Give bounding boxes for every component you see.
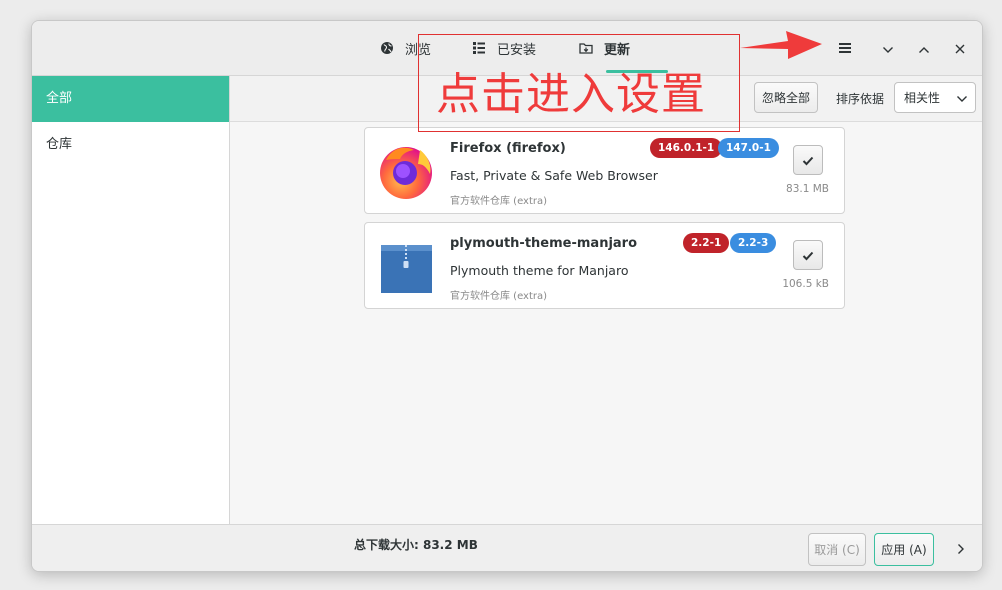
hamburger-menu-icon (838, 39, 852, 58)
minimize-button[interactable] (877, 37, 899, 59)
package-repository: 官方软件仓库 (extra) (450, 196, 548, 207)
package-name: plymouth-theme-manjaro (450, 236, 638, 251)
sort-select[interactable]: 相关性 (894, 82, 976, 113)
download-size: 106.5 kB (782, 278, 829, 290)
current-version-badge: 2.2-1 (683, 233, 730, 253)
package-repository: 官方软件仓库 (extra) (450, 291, 548, 302)
annotation-arrow-icon (738, 28, 824, 66)
sidebar-item-all[interactable]: 全部 (32, 76, 229, 122)
main-menu-button[interactable] (834, 37, 856, 59)
sort-select-value: 相关性 (904, 91, 941, 105)
minimize-icon (882, 39, 894, 58)
checkmark-icon (802, 246, 814, 265)
select-update-checkbox[interactable] (793, 145, 823, 175)
package-description: Fast, Private & Safe Web Browser (450, 168, 658, 183)
update-card-firefox[interactable]: Firefox (firefox) 146.0.1-1 147.0-1 Fast… (364, 127, 845, 214)
select-update-checkbox[interactable] (793, 240, 823, 270)
new-version-badge: 2.2-3 (730, 233, 777, 253)
close-icon (955, 39, 965, 58)
firefox-icon (376, 140, 436, 200)
update-card-plymouth-theme-manjaro[interactable]: plymouth-theme-manjaro 2.2-1 2.2-3 Plymo… (364, 222, 845, 309)
sidebar-item-label: 仓库 (46, 137, 73, 152)
globe-icon (379, 40, 395, 56)
cancel-button[interactable]: 取消 (C) (808, 533, 866, 566)
package-name: Firefox (firefox) (450, 141, 566, 156)
footer-bar: 总下载大小: 83.2 MB 取消 (C) 应用 (A) (32, 524, 982, 571)
chevron-right-icon (957, 540, 965, 559)
current-version-badge: 146.0.1-1 (650, 138, 723, 158)
checkmark-icon (802, 151, 814, 170)
sidebar-item-repositories[interactable]: 仓库 (32, 122, 229, 168)
sidebar: 全部 仓库 (32, 76, 230, 524)
archive-package-icon (376, 235, 436, 295)
close-button[interactable] (949, 37, 971, 59)
details-expand-button[interactable] (950, 538, 972, 560)
new-version-badge: 147.0-1 (718, 138, 779, 158)
annotation-text: 点击进入设置 (436, 69, 706, 120)
package-description: Plymouth theme for Manjaro (450, 263, 629, 278)
total-download-size: 总下载大小: 83.2 MB (354, 538, 478, 552)
ignore-all-button[interactable]: 忽略全部 (754, 82, 818, 113)
sort-label: 排序依据 (836, 92, 885, 106)
updates-panel: 忽略全部 排序依据 相关性 Firefox (firefox) 146.0.1-… (230, 76, 982, 524)
download-size: 83.1 MB (786, 183, 829, 195)
sidebar-item-label: 全部 (46, 91, 73, 106)
apply-button[interactable]: 应用 (A) (874, 533, 934, 566)
maximize-icon (918, 39, 930, 58)
chevron-down-icon (956, 92, 968, 106)
maximize-button[interactable] (913, 37, 935, 59)
